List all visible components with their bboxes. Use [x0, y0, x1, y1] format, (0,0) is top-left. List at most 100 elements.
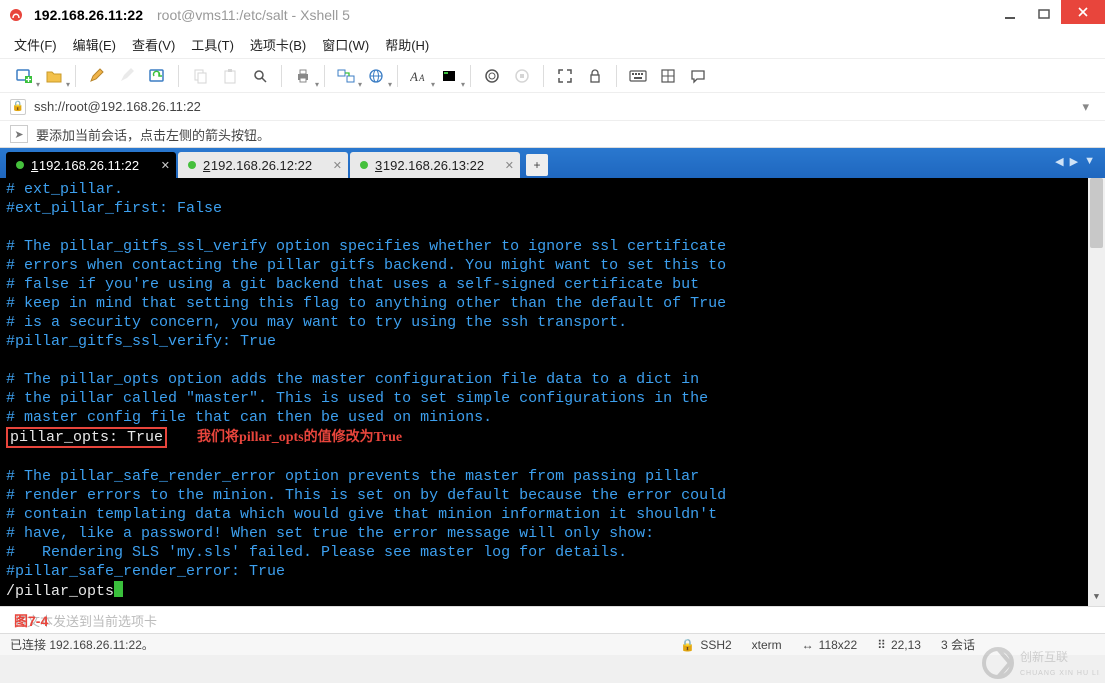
font-icon[interactable]: AA	[405, 63, 433, 89]
menu-tabs[interactable]: 选项卡(B)	[250, 35, 306, 54]
copy-icon[interactable]	[186, 63, 214, 89]
scrollbar-thumb[interactable]	[1090, 178, 1103, 248]
terminal-line: # render errors to the minion. This is s…	[6, 486, 1105, 505]
menu-view[interactable]: 查看(V)	[132, 35, 175, 54]
terminal-line	[6, 448, 1105, 467]
close-tab-icon[interactable]: ✕	[505, 159, 514, 172]
terminal-line: # master config file that can then be us…	[6, 408, 1105, 427]
addressbar: 🔒 ssh://root@192.168.26.11:22 ▾	[0, 92, 1105, 120]
highlighted-setting-row: pillar_opts: True 我们将pillar_opts的值修改为Tru…	[6, 427, 1105, 448]
terminal-line: #ext_pillar_first: False	[6, 199, 1105, 218]
color-scheme-icon[interactable]	[435, 63, 463, 89]
status-size: ↔118x22	[802, 638, 857, 652]
terminal-line: # The pillar_opts option adds the master…	[6, 370, 1105, 389]
tab-nav: ◀ ▶ ▼	[1053, 153, 1097, 170]
terminal-line: # The pillar_gitfs_ssl_verify option spe…	[6, 237, 1105, 256]
terminal-line	[6, 351, 1105, 370]
status-dot-icon	[16, 161, 24, 169]
close-button[interactable]	[1061, 0, 1105, 24]
keyboard-icon[interactable]	[624, 63, 652, 89]
status-connected: 已连接 192.168.26.11:22。	[10, 636, 154, 653]
menu-help[interactable]: 帮助(H)	[385, 35, 429, 54]
chat-icon[interactable]	[684, 63, 712, 89]
layout-icon[interactable]	[654, 63, 682, 89]
send-text-bar[interactable]: 图7-4 将文本发送到当前选项卡	[0, 606, 1105, 633]
find-icon[interactable]	[246, 63, 274, 89]
annotation-label: 我们将pillar_opts的值修改为True	[197, 428, 402, 447]
title-path: root@vms11:/etc/salt - Xshell 5	[157, 7, 350, 23]
tab-list-icon[interactable]: ▼	[1082, 153, 1097, 170]
new-session-icon[interactable]	[10, 63, 38, 89]
menu-edit[interactable]: 编辑(E)	[73, 35, 116, 54]
open-folder-icon[interactable]	[40, 63, 68, 89]
status-protocol: 🔒SSH2	[680, 638, 731, 652]
minimize-button[interactable]	[993, 2, 1027, 26]
menubar: 文件(F) 编辑(E) 查看(V) 工具(T) 选项卡(B) 窗口(W) 帮助(…	[0, 30, 1105, 58]
terminal-line: # keep in mind that setting this flag to…	[6, 294, 1105, 313]
status-dot-icon	[188, 161, 196, 169]
script-icon[interactable]	[478, 63, 506, 89]
pos-icon: ⠿	[877, 638, 886, 652]
terminal-line: #pillar_gitfs_ssl_verify: True	[6, 332, 1105, 351]
terminal-line: # contain templating data which would gi…	[6, 505, 1105, 524]
transfer-icon[interactable]	[332, 63, 360, 89]
toolbar: AA	[0, 58, 1105, 92]
hint-text: 要添加当前会话，点击左侧的箭头按钮。	[36, 125, 270, 144]
hintbar: ➤ 要添加当前会话，点击左侧的箭头按钮。	[0, 120, 1105, 148]
lock-small-icon: 🔒	[680, 638, 695, 652]
menu-tools[interactable]: 工具(T)	[191, 35, 234, 54]
add-session-arrow-icon[interactable]: ➤	[10, 125, 28, 143]
terminal-line: # is a security concern, you may want to…	[6, 313, 1105, 332]
status-dot-icon	[360, 161, 368, 169]
tab-2[interactable]: 2 192.168.26.12:22 ✕	[178, 152, 348, 178]
edit-icon[interactable]	[83, 63, 111, 89]
stop-script-icon[interactable]	[508, 63, 536, 89]
tab-next-icon[interactable]: ▶	[1068, 153, 1080, 170]
scrollbar[interactable]: ▼	[1088, 178, 1105, 606]
addressbar-lock-icon[interactable]: 🔒	[10, 99, 26, 115]
tabbar: 1 192.168.26.11:22 ✕ 2 192.168.26.12:22 …	[0, 148, 1105, 178]
lock-icon[interactable]	[581, 63, 609, 89]
pillar-opts-highlight: pillar_opts: True	[6, 427, 167, 448]
close-tab-icon[interactable]: ✕	[333, 159, 342, 172]
scroll-down-icon[interactable]: ▼	[1088, 589, 1105, 606]
terminal-search-line: /pillar_opts	[6, 581, 1105, 601]
menu-file[interactable]: 文件(F)	[14, 35, 57, 54]
paste-icon[interactable]	[216, 63, 244, 89]
reconnect-icon[interactable]	[143, 63, 171, 89]
title-session-ip: 192.168.26.11:22	[34, 7, 143, 23]
svg-text:A: A	[410, 69, 418, 84]
close-tab-icon[interactable]: ✕	[161, 159, 170, 172]
size-icon: ↔	[802, 638, 814, 652]
terminal-line: # The pillar_safe_render_error option pr…	[6, 467, 1105, 486]
status-pos: ⠿22,13	[877, 638, 921, 652]
menu-window[interactable]: 窗口(W)	[322, 35, 369, 54]
terminal[interactable]: # ext_pillar. #ext_pillar_first: False #…	[0, 178, 1105, 606]
svg-text:CHUANG XIN HU LIAN: CHUANG XIN HU LIAN	[1020, 670, 1100, 677]
terminal-line: # have, like a password! When set true t…	[6, 524, 1105, 543]
svg-text:A: A	[418, 73, 425, 83]
fullscreen-icon[interactable]	[551, 63, 579, 89]
addressbar-dropdown-icon[interactable]: ▾	[1076, 99, 1095, 115]
print-icon[interactable]	[289, 63, 317, 89]
terminal-line: # the pillar called "master". This is us…	[6, 389, 1105, 408]
terminal-line	[6, 218, 1105, 237]
status-term: xterm	[752, 638, 782, 652]
terminal-line: # ext_pillar.	[6, 180, 1105, 199]
tab-prev-icon[interactable]: ◀	[1053, 153, 1065, 170]
cursor-icon	[114, 581, 123, 597]
status-sessions: 3 会话	[941, 636, 975, 653]
terminal-line: # errors when contacting the pillar gitf…	[6, 256, 1105, 275]
address-url[interactable]: ssh://root@192.168.26.11:22	[34, 99, 201, 114]
titlebar: 192.168.26.11:22 root@vms11:/etc/salt - …	[0, 0, 1105, 30]
terminal-line: # false if you're using a git backend th…	[6, 275, 1105, 294]
tab-3[interactable]: 3 192.168.26.13:22 ✕	[350, 152, 520, 178]
figure-label: 图7-4	[14, 611, 48, 631]
tab-1[interactable]: 1 192.168.26.11:22 ✕	[6, 152, 176, 178]
terminal-line: #pillar_safe_render_error: True	[6, 562, 1105, 581]
new-tab-button[interactable]: +	[526, 154, 548, 176]
globe-icon[interactable]	[362, 63, 390, 89]
window-controls	[993, 0, 1105, 26]
maximize-button[interactable]	[1027, 2, 1061, 26]
highlight-icon[interactable]	[113, 63, 141, 89]
